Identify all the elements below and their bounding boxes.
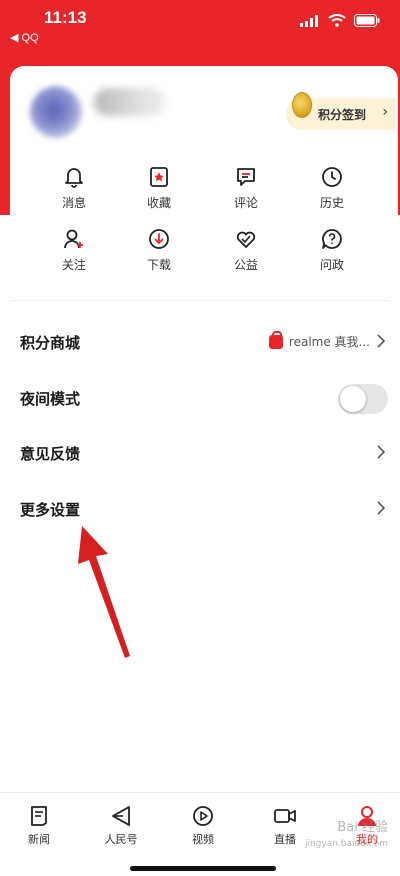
quick-action-follow[interactable]: 关注 — [44, 228, 104, 273]
tab-video[interactable]: 视频 — [168, 805, 238, 847]
question-icon — [322, 229, 342, 249]
chevron-right-icon — [377, 501, 386, 515]
heart-icon — [236, 231, 256, 248]
status-time: 11:13 — [44, 8, 87, 27]
points-mall-promo: realme 真我... — [268, 330, 370, 350]
star-bookmark-icon — [150, 167, 168, 187]
watermark-line1: Bai 经验 — [337, 820, 388, 835]
quick-action-comments[interactable]: 评论 — [216, 166, 276, 211]
watermark-line2: jingyan.baidu.com — [304, 839, 388, 849]
menu-item-label: 夜间模式 — [20, 390, 81, 408]
play-icon — [193, 806, 213, 826]
home-indicator — [130, 866, 276, 871]
menu-item-label: 更多设置 — [20, 501, 81, 519]
status-icons — [300, 14, 380, 27]
night-mode-toggle[interactable] — [338, 384, 388, 414]
quick-action-messages[interactable]: 消息 — [44, 166, 104, 211]
menu-item-points-mall[interactable]: 积分商城 realme 真我... — [0, 320, 400, 364]
add-person-icon — [64, 229, 83, 249]
quick-action-label: 问政 — [319, 258, 344, 272]
quick-action-inquiry[interactable]: 问政 — [302, 228, 362, 273]
menu-item-night-mode: 夜间模式 — [0, 376, 400, 420]
tab-renminhao[interactable]: 人民号 — [86, 805, 156, 847]
toggle-knob — [340, 386, 366, 412]
tab-news[interactable]: 新闻 — [4, 805, 74, 847]
coin-icon — [292, 92, 312, 118]
status-bar: 11:13 ◀ QQ — [0, 0, 400, 50]
points-mall-promo-text: realme 真我... — [288, 335, 370, 349]
annotation-arrow-icon — [78, 526, 130, 658]
tab-label: 新闻 — [28, 833, 50, 846]
checkin-button[interactable]: 积分签到 › — [286, 92, 396, 130]
menu-item-more-settings[interactable]: 更多设置 — [0, 487, 400, 531]
wifi-icon — [328, 14, 346, 27]
menu-item-feedback[interactable]: 意见反馈 — [0, 431, 400, 475]
quick-action-charity[interactable]: 公益 — [216, 228, 276, 273]
divider — [10, 300, 390, 301]
shopping-bag-icon — [268, 330, 283, 349]
signal-icon — [300, 14, 318, 27]
tab-label: 人民号 — [104, 833, 138, 846]
quick-action-downloads[interactable]: 下载 — [129, 228, 189, 273]
menu-item-label: 意见反馈 — [20, 445, 81, 463]
chevron-right-icon: › — [382, 104, 388, 120]
quick-action-history[interactable]: 历史 — [302, 166, 362, 211]
checkin-label: 积分签到 — [318, 108, 367, 122]
quick-action-favorites[interactable]: 收藏 — [129, 166, 189, 211]
chevron-right-icon — [377, 445, 386, 459]
clock-icon — [322, 167, 342, 187]
news-icon — [31, 806, 47, 826]
battery-icon — [354, 14, 380, 27]
quick-action-label: 历史 — [319, 196, 344, 210]
profile-card: 积分签到 › 消息 收藏 评论 历史 关注 下载 公益 问政 — [10, 66, 398, 298]
watermark: Bai 经验 jingyan.baidu.com — [305, 820, 388, 852]
quick-action-label: 收藏 — [146, 196, 171, 210]
download-icon — [149, 229, 169, 249]
back-to-app-link[interactable]: ◀ QQ — [10, 31, 39, 44]
bell-icon — [65, 168, 83, 188]
chevron-right-icon — [377, 334, 386, 348]
quick-action-label: 公益 — [233, 258, 258, 272]
avatar[interactable] — [30, 86, 82, 138]
quick-action-label: 评论 — [233, 196, 258, 210]
quick-action-label: 下载 — [146, 258, 171, 272]
video-camera-icon — [274, 809, 296, 823]
comment-icon — [237, 168, 255, 186]
paper-plane-icon — [112, 806, 130, 826]
quick-action-label: 消息 — [61, 196, 86, 210]
quick-action-label: 关注 — [61, 258, 86, 272]
username-blurred[interactable] — [94, 88, 166, 116]
tab-label: 视频 — [192, 833, 214, 846]
menu-item-label: 积分商城 — [20, 334, 81, 352]
